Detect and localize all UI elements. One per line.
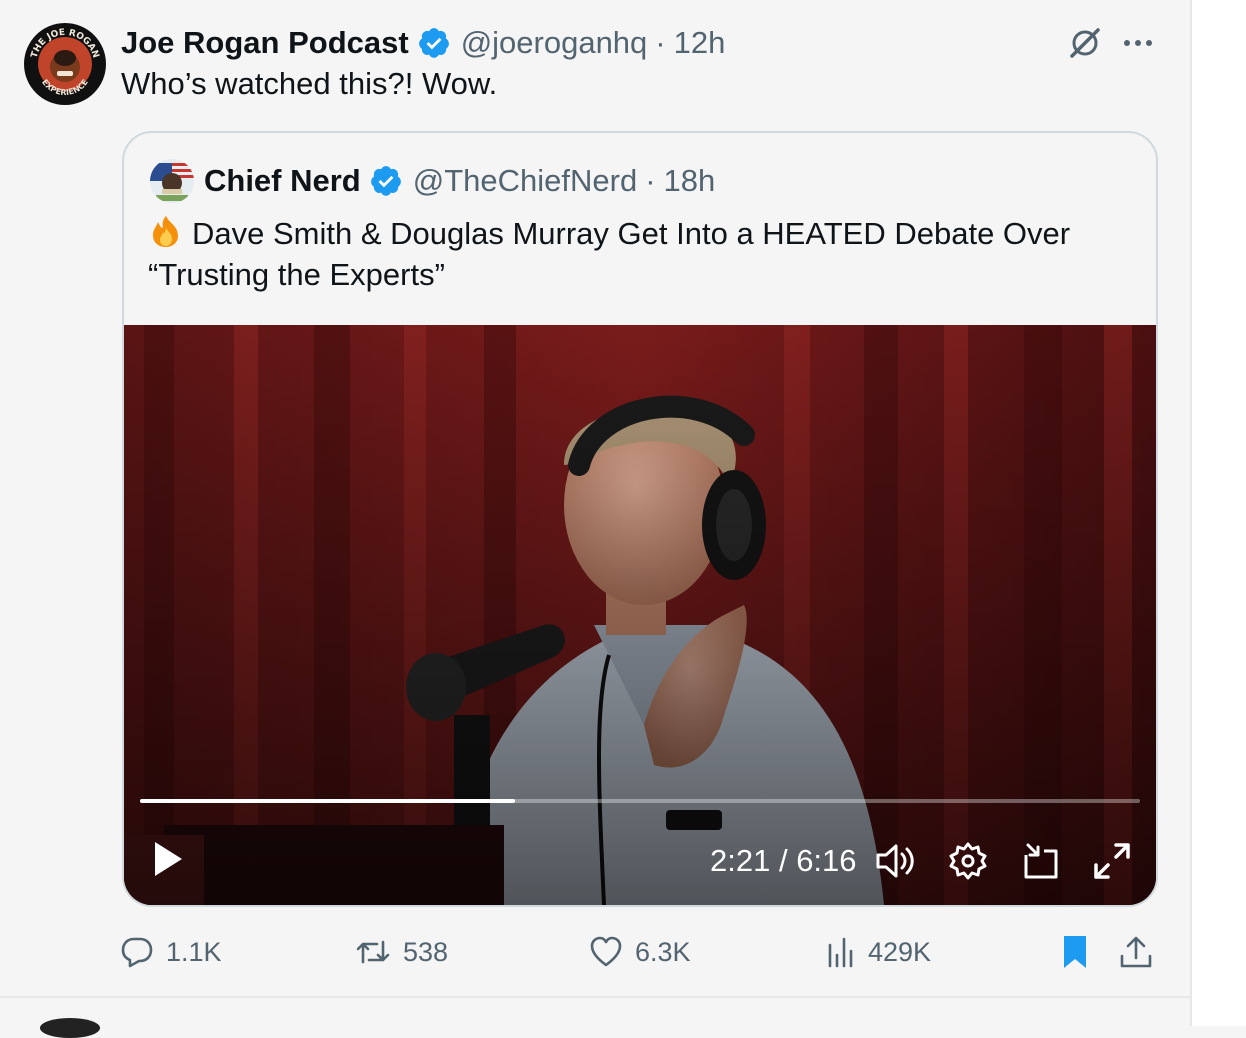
video-player[interactable]: 2:21 / 6:16	[124, 325, 1156, 905]
author-handle[interactable]: @joeroganhq	[461, 25, 648, 61]
repost-button[interactable]: 538	[355, 925, 448, 979]
grok-button[interactable]	[1067, 25, 1103, 61]
video-duration: 6:16	[796, 843, 857, 878]
share-icon	[1120, 936, 1152, 968]
separator-dot: ·	[655, 25, 666, 60]
like-button[interactable]: 6.3K	[589, 925, 691, 979]
reply-count: 1.1K	[166, 936, 222, 967]
repost-count: 538	[403, 936, 449, 967]
quoted-author-name[interactable]: Chief Nerd	[204, 163, 361, 199]
next-tweet-avatar[interactable]	[40, 1018, 100, 1038]
quoted-tweet-header: Chief Nerd @TheChiefNerd · 18h	[204, 160, 715, 202]
bookmark-button[interactable]	[1060, 925, 1102, 979]
tweet-actions-bar: 1.1K 538 6.3K 429K	[0, 925, 1190, 979]
more-options-button[interactable]	[1120, 28, 1156, 58]
volume-button[interactable]	[874, 839, 916, 883]
video-progress-fill	[140, 799, 515, 803]
author-avatar[interactable]: THE JOE ROGAN EXPERIENCE	[24, 23, 106, 105]
quoted-tweet-text: Dave Smith & Douglas Murray Get Into a H…	[148, 213, 1138, 295]
fire-icon	[153, 216, 178, 247]
reply-button[interactable]: 1.1K	[120, 925, 222, 979]
picture-in-picture-icon	[1024, 843, 1058, 879]
picture-in-picture-button[interactable]	[1020, 839, 1064, 883]
video-progress-bar[interactable]	[140, 799, 1140, 803]
chief-nerd-logo-icon	[150, 159, 194, 203]
quoted-tweet[interactable]: Chief Nerd @TheChiefNerd · 18h Dave Smit…	[122, 131, 1158, 907]
analytics-icon	[828, 937, 853, 968]
verified-badge-icon	[418, 28, 449, 58]
author-name[interactable]: Joe Rogan Podcast	[121, 25, 409, 61]
gear-icon	[949, 842, 987, 880]
video-time-readout: 2:21 / 6:16	[710, 839, 857, 883]
tweet-article[interactable]: THE JOE ROGAN EXPERIENCE Joe Rogan Podca…	[0, 0, 1190, 996]
views-button[interactable]: 429K	[826, 925, 931, 979]
expand-icon	[1094, 843, 1130, 879]
reply-icon	[121, 937, 153, 968]
podcast-logo-icon: THE JOE ROGAN EXPERIENCE	[25, 24, 105, 104]
quoted-text-body: Dave Smith & Douglas Murray Get Into a H…	[148, 216, 1071, 292]
tweet-timestamp[interactable]: 12h	[674, 25, 726, 61]
play-icon	[155, 842, 182, 876]
more-horizontal-icon	[1124, 40, 1152, 46]
fullscreen-button[interactable]	[1090, 839, 1134, 883]
video-current-time: 2:21	[710, 843, 771, 878]
repost-icon	[356, 940, 390, 964]
volume-icon	[876, 844, 914, 878]
share-button[interactable]	[1118, 925, 1166, 979]
quoted-timestamp[interactable]: 18h	[664, 163, 716, 199]
view-count: 429K	[868, 936, 932, 967]
separator-dot: ·	[645, 163, 656, 198]
play-button[interactable]	[148, 837, 188, 881]
tweet-header: Joe Rogan Podcast @joeroganhq · 12h	[121, 22, 725, 64]
video-frame	[124, 325, 1156, 905]
right-rail	[1190, 0, 1246, 1026]
like-count: 6.3K	[635, 936, 691, 967]
verified-badge-icon	[370, 166, 401, 196]
tweet-text: Who’s watched this?! Wow.	[121, 66, 498, 101]
grok-icon	[1070, 28, 1100, 58]
quoted-author-avatar[interactable]	[150, 159, 194, 203]
timeline-divider	[0, 996, 1190, 998]
quoted-author-handle[interactable]: @TheChiefNerd	[413, 163, 637, 199]
heart-icon	[590, 936, 622, 967]
video-settings-button[interactable]	[946, 839, 990, 883]
bookmark-filled-icon	[1064, 936, 1086, 968]
video-time-separator: /	[770, 843, 797, 878]
